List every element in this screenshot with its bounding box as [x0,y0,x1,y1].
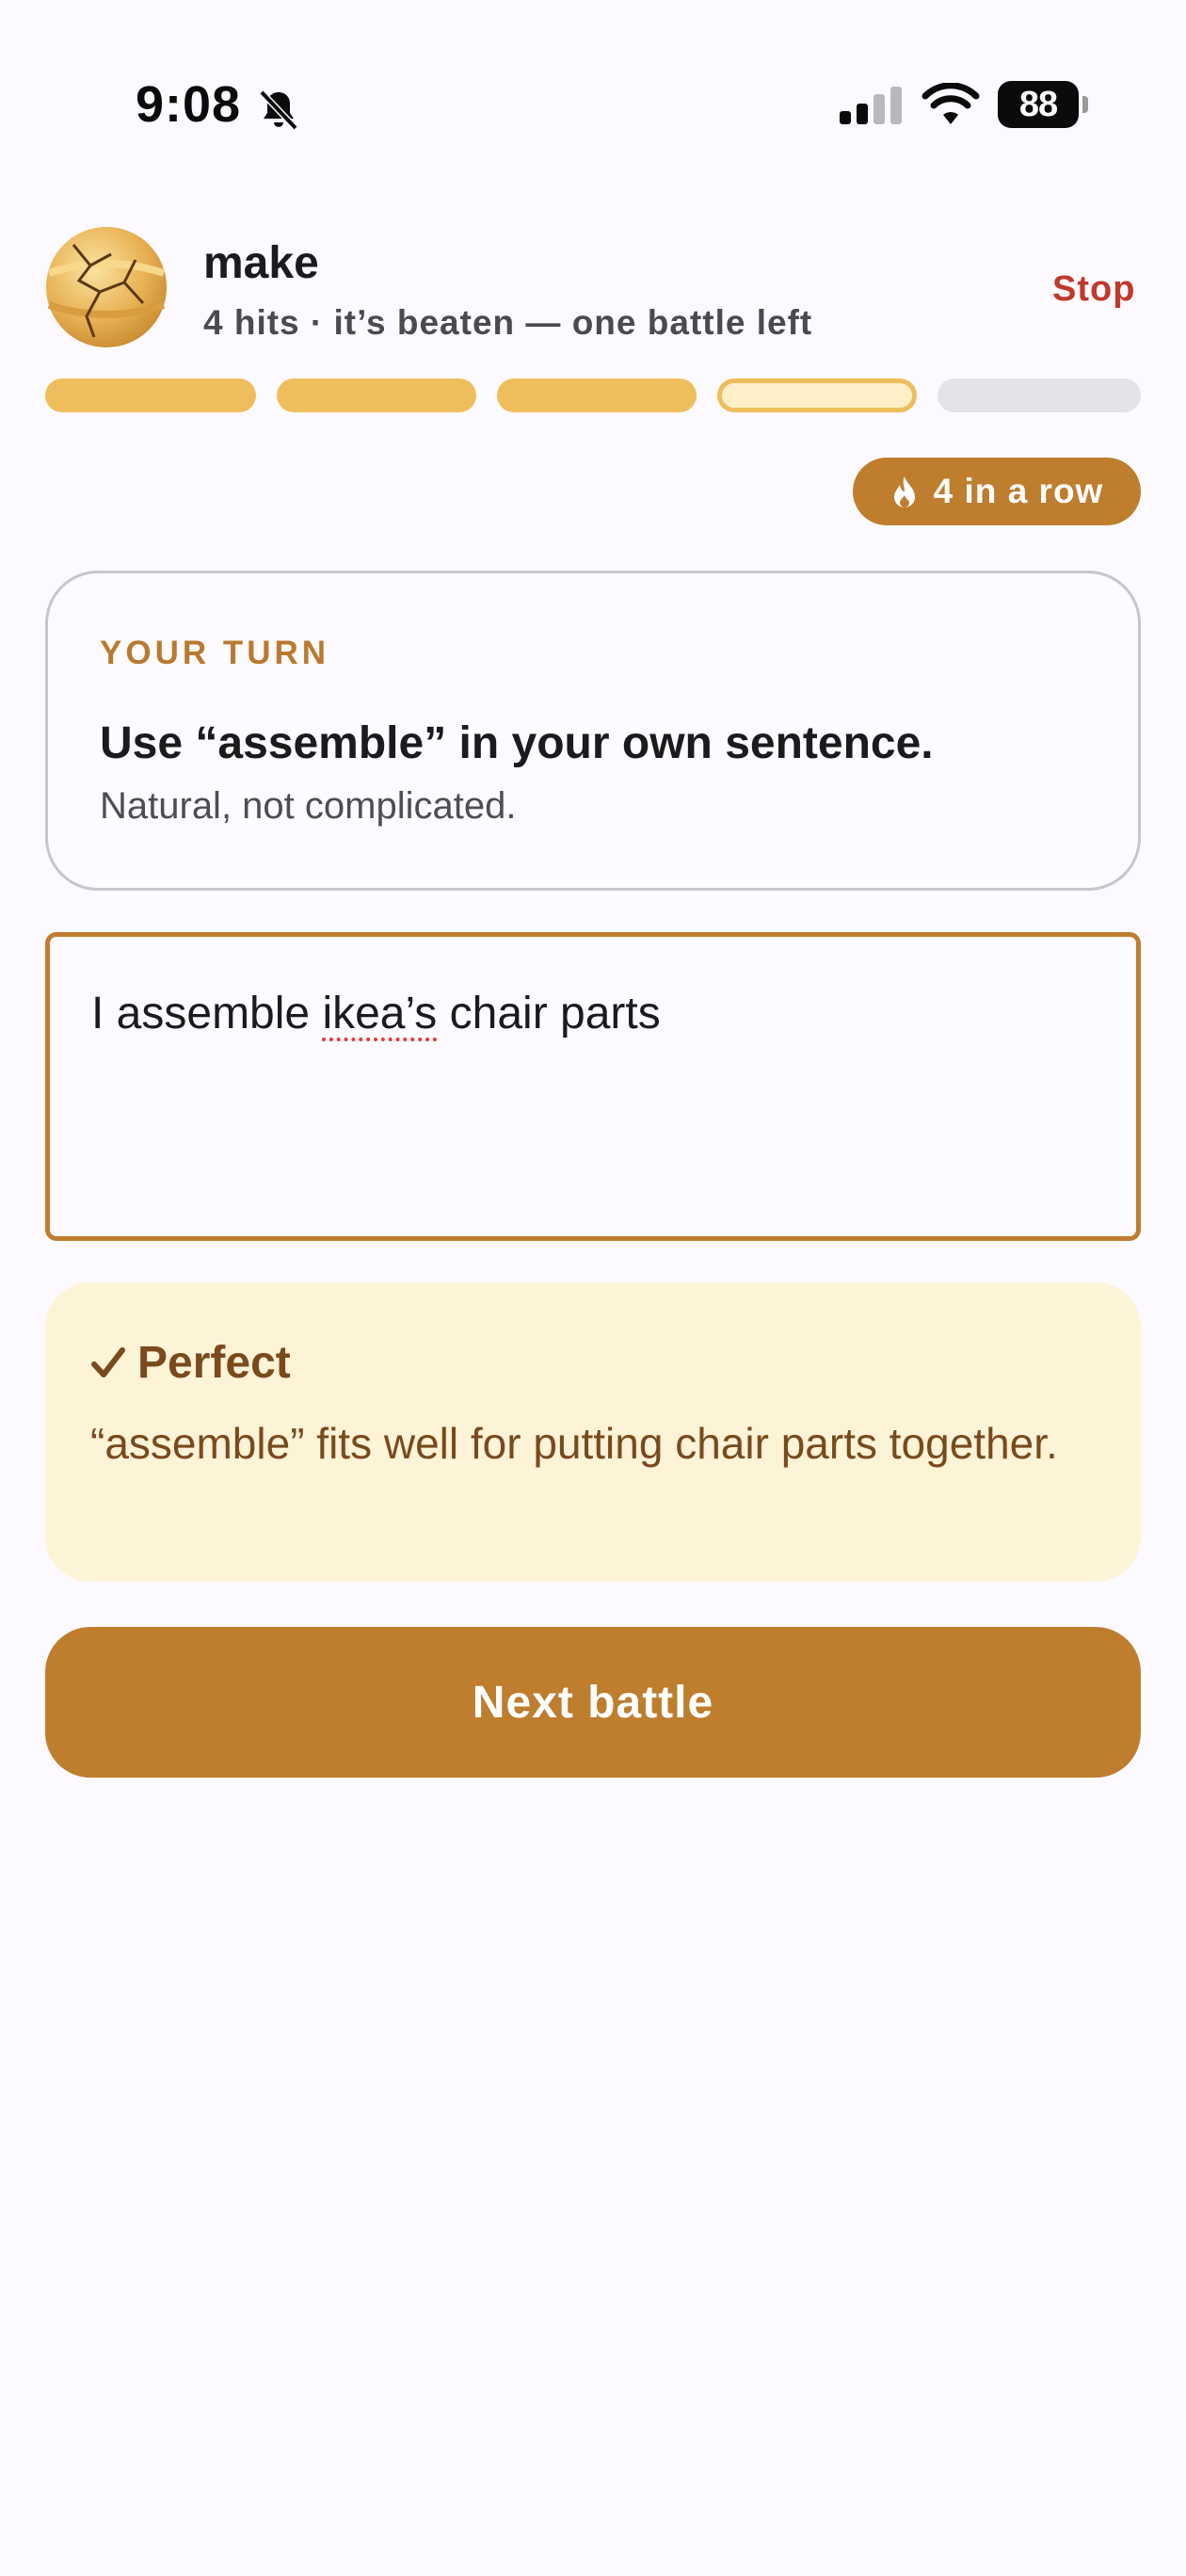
prompt-eyebrow: YOUR TURN [100,635,330,671]
feedback-body: “assemble” fits well for putting chair p… [90,1419,1058,1468]
feedback-title: Perfect [90,1337,291,1389]
cracked-orb-icon [46,227,167,347]
answer-text: I assemble ikea’s chair parts [91,988,661,1039]
battery-level: 88 [998,81,1079,128]
feedback-panel: Perfect “assemble” fits well for putting… [45,1282,1141,1582]
flame-icon [893,476,915,507]
wifi-icon [922,83,980,124]
next-battle-button[interactable]: Next battle [45,1627,1141,1778]
answer-input[interactable]: I assemble ikea’s chair parts [45,932,1141,1241]
progress-segment [938,378,1141,412]
misspelled-word[interactable]: ikea’s [322,989,437,1038]
battery-icon: 88 [998,81,1088,130]
prompt-hint: Natural, not complicated. [100,785,517,827]
battle-progress [45,378,1141,412]
progress-segment [277,378,476,412]
progress-segment [45,378,256,412]
answer-text-after: chair parts [437,989,661,1038]
bell-slash-icon [259,89,298,131]
streak-badge: 4 in a row [853,458,1141,525]
progress-segment-current [717,378,917,412]
feedback-title-text: Perfect [137,1338,291,1388]
status-time: 9:08 [136,76,242,133]
cellular-signal-icon [840,87,902,124]
progress-subtitle: 4 hits · it’s beaten — one battle left [203,303,813,342]
progress-segment [497,378,697,412]
answer-text-before: I assemble [91,989,323,1038]
streak-label: 4 in a row [933,472,1104,510]
prompt-instruction: Use “assemble” in your own sentence. [100,718,934,768]
checkmark-icon [91,1346,125,1377]
target-word: make [203,238,319,288]
stop-button[interactable]: Stop [1052,269,1135,310]
